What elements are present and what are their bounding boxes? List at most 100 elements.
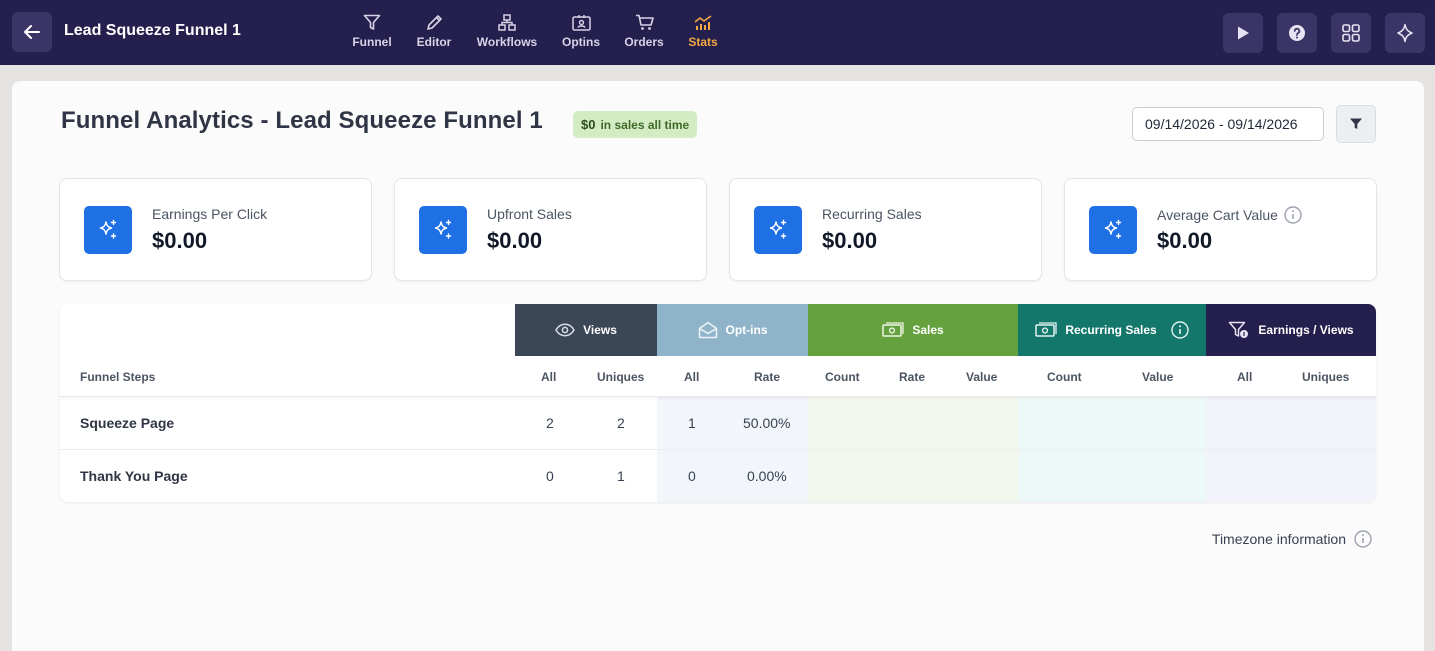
apps-button[interactable] (1331, 13, 1371, 53)
money-icon (882, 322, 904, 337)
sparkles-icon (754, 206, 802, 254)
recurring-sales-group-header: Recurring Sales (1018, 304, 1206, 356)
group-label: Recurring Sales (1065, 323, 1157, 337)
column-funnel-steps: Funnel Steps (80, 369, 156, 384)
stat-label: Recurring Sales (822, 206, 922, 222)
column-earnings-uniques: Uniques (1302, 369, 1350, 384)
stats-icon (694, 13, 712, 31)
help-button[interactable] (1277, 13, 1317, 53)
eye-icon (555, 323, 575, 337)
stat-label-row: Average Cart Value (1157, 206, 1302, 224)
pencil-icon (426, 13, 443, 31)
nav-orders[interactable]: Orders (616, 0, 672, 65)
sparkles-icon (419, 206, 467, 254)
column-recurring-count: Count (1047, 369, 1082, 384)
column-sales-rate: Rate (899, 369, 926, 384)
nav-editor[interactable]: Editor (400, 0, 468, 65)
sparkle-icon (1397, 23, 1413, 43)
group-label: Sales (912, 323, 944, 337)
filter-icon (1350, 118, 1362, 129)
stat-card-average-cart-value: Average Cart Value $0.00 (1064, 178, 1377, 281)
nav-label: Funnel (352, 35, 392, 49)
nav-label: Orders (624, 35, 664, 49)
sparkles-icon (1089, 206, 1137, 254)
column-earnings-all: All (1237, 369, 1253, 384)
stat-value: $0.00 (822, 228, 878, 253)
table-subheader (60, 356, 1376, 397)
stat-value: $0.00 (487, 228, 543, 253)
preview-button[interactable] (1223, 13, 1263, 53)
back-button[interactable] (12, 12, 52, 52)
column-views-uniques: Uniques (597, 369, 645, 384)
column-optins-rate: Rate (754, 369, 781, 384)
cell-views-uniques: 1 (617, 468, 625, 484)
nav-label: Workflows (476, 35, 538, 49)
nav-label: Stats (688, 35, 718, 49)
sales-group-header: Sales (808, 304, 1018, 356)
ai-button[interactable] (1385, 13, 1425, 53)
group-label: Views (583, 323, 617, 337)
nav-funnel[interactable]: Funnel (344, 0, 400, 65)
info-icon[interactable] (1354, 530, 1372, 548)
row-divider (60, 449, 1376, 450)
top-bar: Lead Squeeze Funnel 1 Funnel Editor Work… (0, 0, 1435, 65)
stat-label: Earnings Per Click (152, 206, 268, 222)
group-label: Opt-ins (725, 323, 768, 337)
column-recurring-value: Value (1142, 369, 1174, 384)
page-title: Funnel Analytics - Lead Squeeze Funnel 1 (61, 107, 543, 134)
cart-icon (635, 13, 654, 31)
timezone-label: Timezone information (1211, 531, 1346, 547)
stat-card-upfront-sales: Upfront Sales $0.00 (394, 178, 707, 281)
cell-views-all: 2 (546, 415, 554, 431)
contact-card-icon (571, 13, 591, 31)
stat-value: $0.00 (1157, 228, 1213, 253)
sales-badge-text: in sales all time (600, 117, 690, 132)
analytics-panel: Funnel Analytics - Lead Squeeze Funnel 1… (12, 81, 1424, 651)
cell-views-all: 0 (546, 468, 554, 484)
views-group-header: Views (515, 304, 657, 356)
stat-value: $0.00 (152, 228, 208, 253)
envelope-open-icon (698, 321, 717, 339)
workflow-icon (498, 13, 516, 31)
nav-stats[interactable]: Stats (672, 0, 734, 65)
sales-badge: $0 in sales all time (573, 111, 698, 138)
filter-button[interactable] (1336, 105, 1376, 143)
cell-optins-rate: 50.00% (743, 415, 791, 431)
funnel-dollar-icon (1229, 321, 1249, 338)
sparkles-icon (84, 206, 132, 254)
earnings-views-group-header: Earnings / Views (1206, 304, 1376, 356)
stat-label: Average Cart Value (1157, 207, 1278, 223)
cell-optins-all: 1 (688, 415, 696, 431)
stat-card-recurring-sales: Recurring Sales $0.00 (729, 178, 1042, 281)
top-nav: Funnel Editor Workflows Optins Orders St… (344, 0, 734, 65)
column-optins-all: All (684, 369, 700, 384)
nav-workflows[interactable]: Workflows (468, 0, 546, 65)
info-icon[interactable] (1284, 206, 1302, 224)
column-sales-count: Count (825, 369, 860, 384)
grid-icon (1342, 24, 1360, 42)
column-sales-value: Value (966, 369, 998, 384)
cell-optins-rate: 0.00% (747, 468, 787, 484)
cell-views-uniques: 2 (617, 415, 625, 431)
stat-card-earnings-per-click: Earnings Per Click $0.00 (59, 178, 372, 281)
arrow-left-icon (24, 25, 40, 39)
help-icon (1289, 25, 1305, 41)
stat-label: Upfront Sales (487, 206, 572, 222)
group-label: Earnings / Views (1258, 323, 1354, 337)
info-icon[interactable] (1170, 321, 1189, 339)
sales-badge-amount: $0 (581, 117, 596, 132)
nav-optins[interactable]: Optins (546, 0, 616, 65)
row-step-name[interactable]: Thank You Page (80, 450, 188, 502)
nav-label: Optins (562, 35, 600, 49)
funnel-steps-table: Views Opt-ins Sales Recurring Sales Earn… (60, 304, 1376, 502)
row-step-name[interactable]: Squeeze Page (80, 397, 174, 449)
nav-label: Editor (416, 35, 452, 49)
column-views-all: All (541, 369, 557, 384)
date-range-input[interactable] (1132, 107, 1324, 141)
cell-optins-all: 0 (688, 468, 696, 484)
funnel-title: Lead Squeeze Funnel 1 (64, 22, 241, 39)
timezone-information[interactable]: Timezone information (1212, 530, 1372, 548)
money-icon (1035, 322, 1057, 337)
optins-group-header: Opt-ins (657, 304, 808, 356)
play-icon (1238, 26, 1249, 40)
